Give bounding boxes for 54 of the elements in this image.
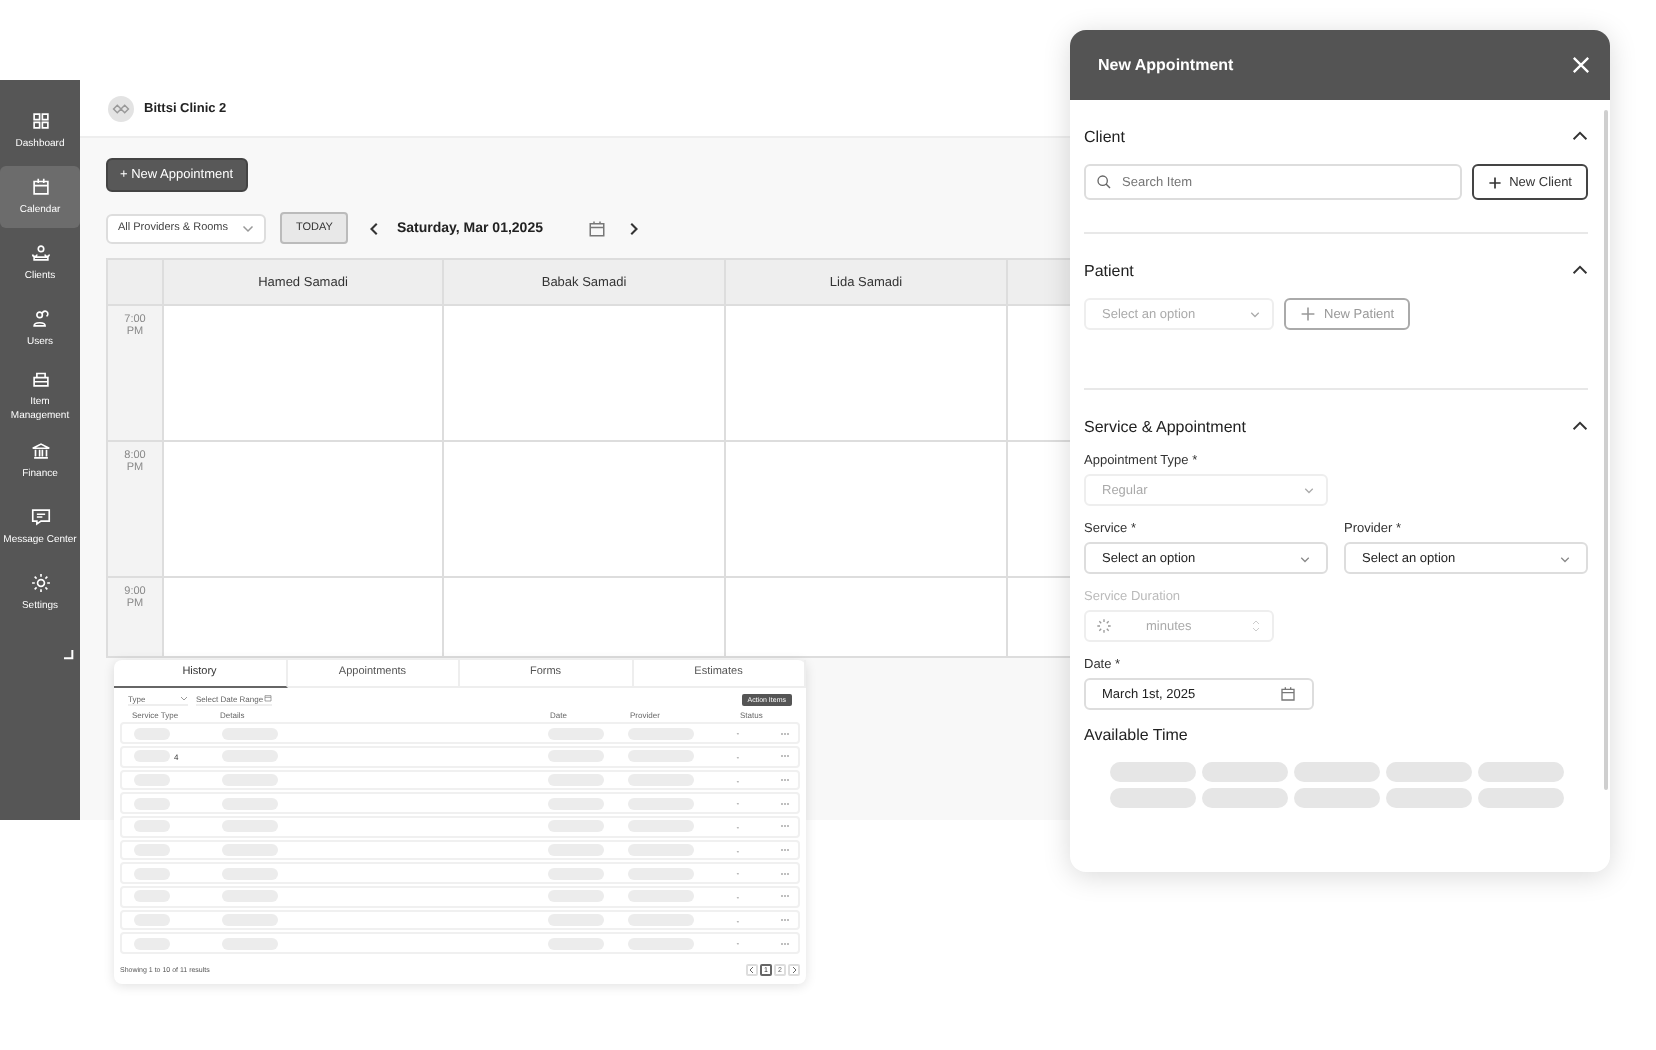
loading-placeholder [1478,788,1564,808]
chevron-up-icon[interactable] [1572,128,1588,144]
time-slot[interactable] [164,306,444,442]
time-slot[interactable] [444,442,726,578]
time-slot[interactable] [164,578,444,658]
loading-placeholder [1110,788,1196,808]
message-icon [29,506,51,529]
loading-placeholder [1110,762,1196,782]
box-icon [29,368,51,391]
loading-placeholder [1202,762,1288,782]
spinner-icon [1096,618,1112,634]
settings-icon [29,572,51,595]
calendar-icon [1280,686,1296,702]
corner-icon [64,650,74,660]
chevron-right-icon[interactable] [626,221,641,235]
chevron-down-icon [1250,309,1260,319]
section-heading: Client [1084,127,1125,145]
bank-icon [29,440,51,463]
loading-placeholder [1202,788,1288,808]
calendar-icon[interactable] [588,219,607,237]
close-icon[interactable] [1572,56,1590,74]
chevron-down-icon [242,222,254,234]
loading-placeholder [1386,762,1472,782]
calendar-icon [264,694,272,703]
chevron-down-icon [1560,553,1570,563]
time-slot[interactable] [726,578,1008,658]
time-slot[interactable] [444,306,726,442]
plus-icon [1300,306,1316,322]
grid-icon [29,110,51,133]
search-icon [1096,174,1112,190]
chevron-right-icon[interactable] [788,964,800,976]
people-icon [29,242,51,265]
loading-placeholder [1294,788,1380,808]
loading-placeholder [1386,788,1472,808]
time-slot[interactable] [164,442,444,578]
chevron-left-icon[interactable] [746,964,758,976]
chevron-down-icon [1300,553,1310,563]
section-heading: Patient [1084,261,1134,279]
stepper-icon[interactable] [1252,619,1260,633]
dialog-title: New Appointment [1098,56,1234,74]
time-slot[interactable] [444,578,726,658]
loading-placeholder [1478,762,1564,782]
clinic-logo-icon [108,95,134,121]
time-slot[interactable] [726,306,1008,442]
calendar-icon [29,176,51,199]
time-slot[interactable] [726,442,1008,578]
chevron-down-icon [1304,485,1314,495]
users-icon [29,308,51,331]
loading-placeholder [1294,762,1380,782]
plus-icon [1487,175,1502,189]
chevron-up-icon[interactable] [1572,418,1588,434]
chevron-left-icon[interactable] [368,221,383,235]
section-heading: Available Time [1084,726,1190,744]
section-heading: Service & Appointment [1084,417,1246,435]
